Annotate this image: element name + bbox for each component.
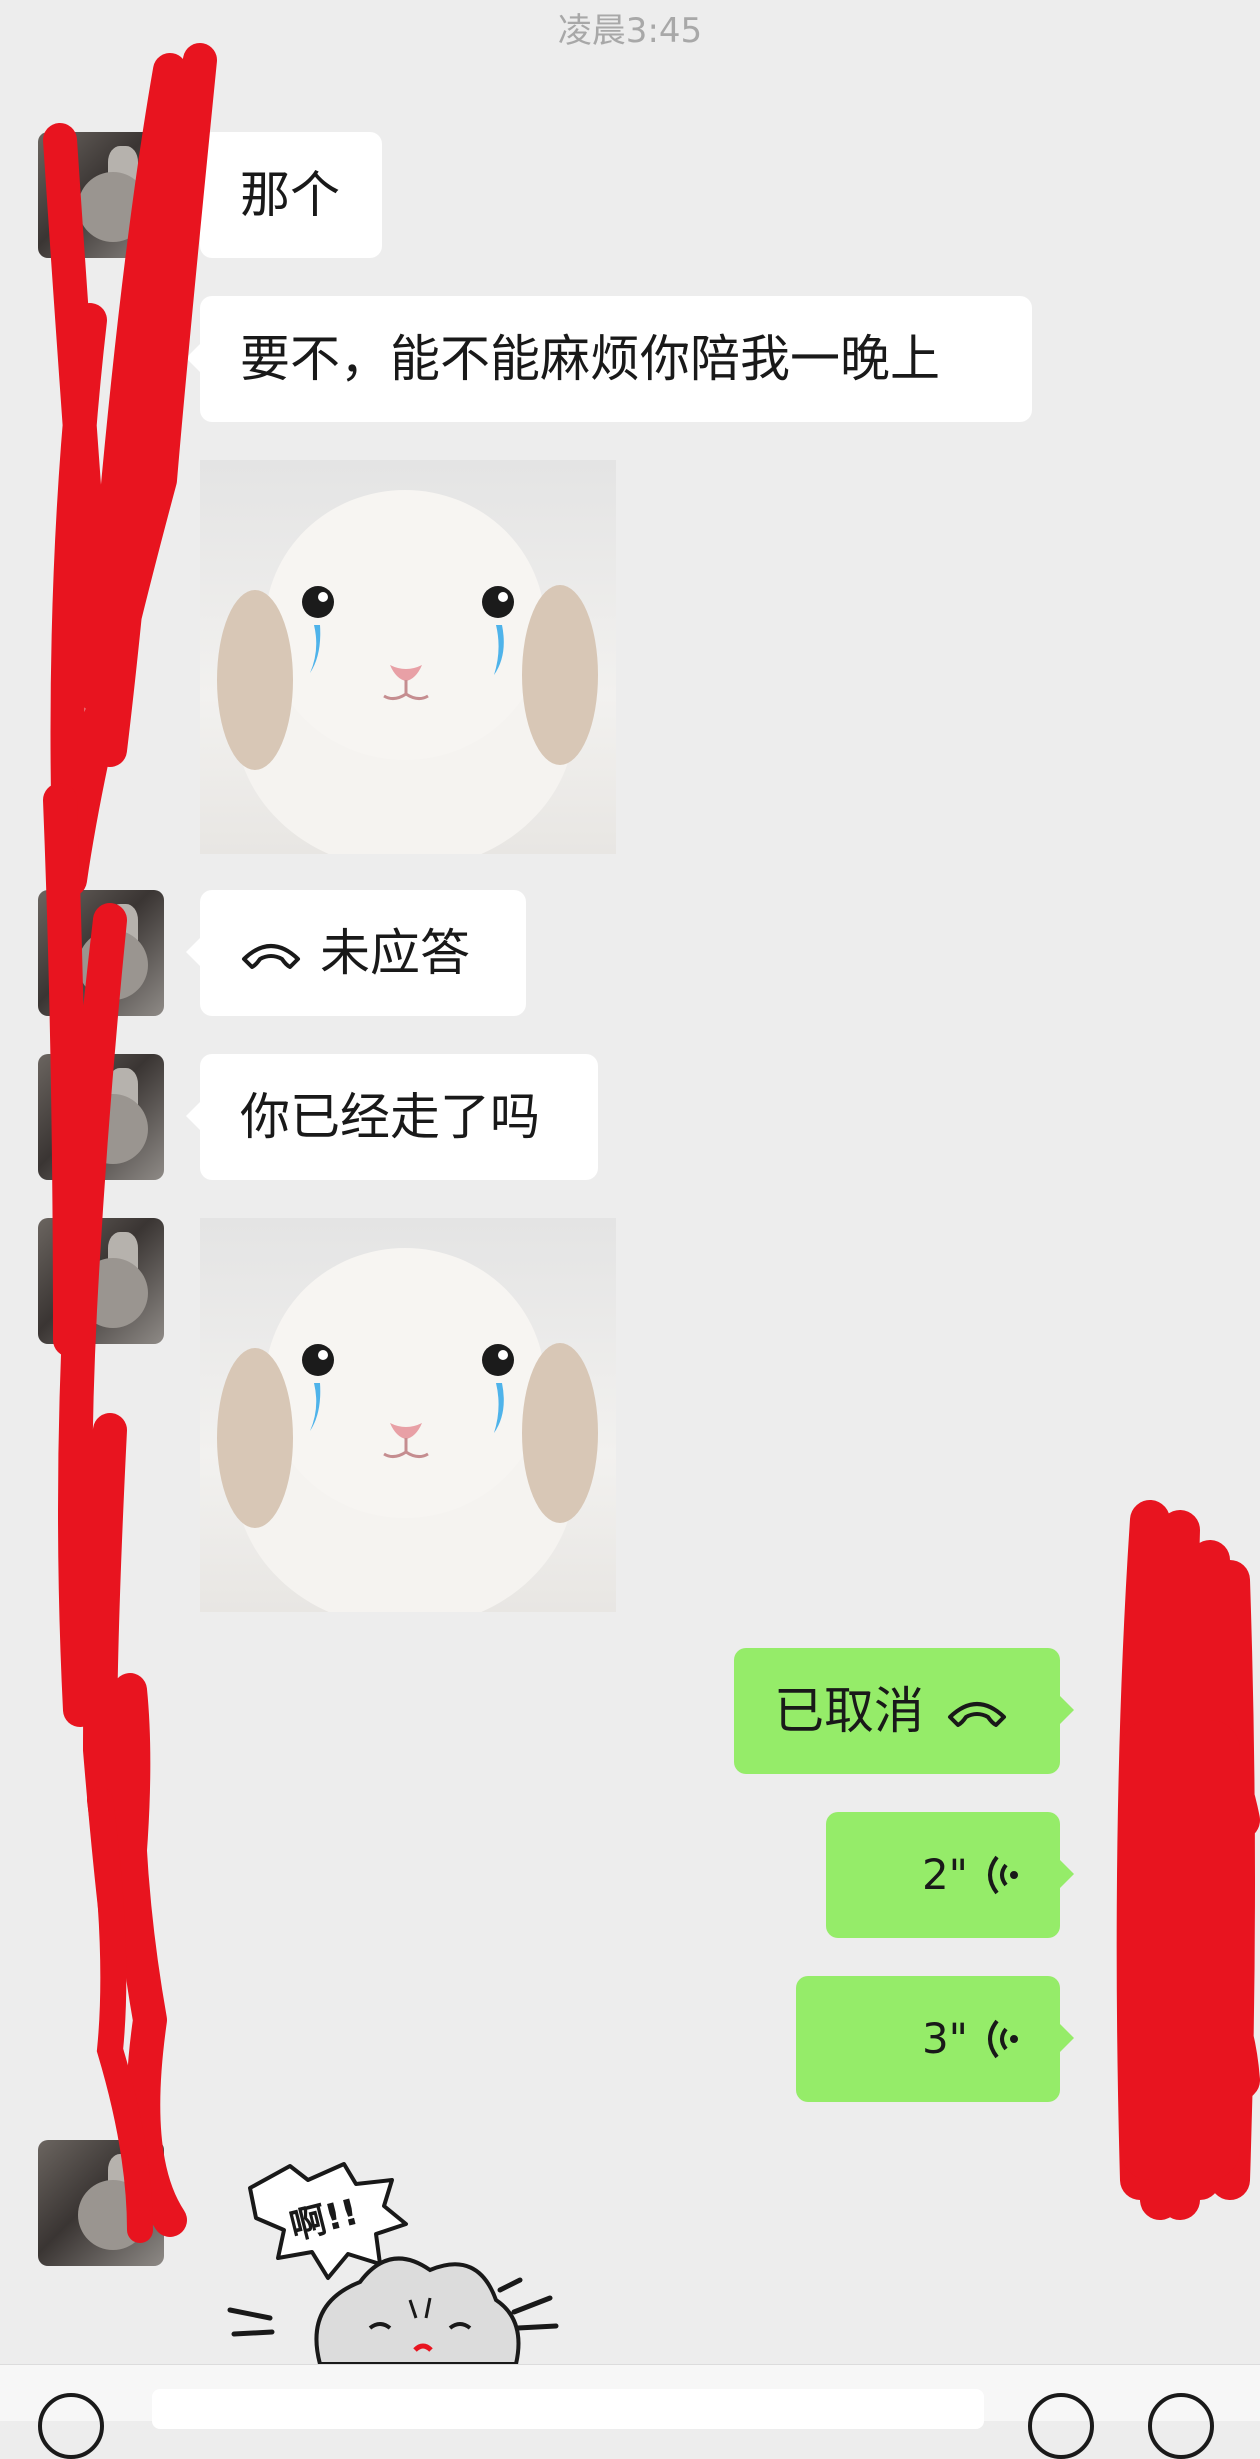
voice-duration: 3" [921,2014,968,2063]
phone-hangup-icon [948,1702,1006,1727]
emoji-icon[interactable] [1028,2393,1094,2459]
cartoon-bunny-sticker[interactable]: 啊!! [220,2150,600,2364]
crying-bunny-sticker[interactable] [200,460,616,854]
voice-wave-icon [988,2019,1018,2059]
message-text: 已取消 [774,1682,924,1740]
message-text: 要不，能不能麻烦你陪我一晚上 [240,330,940,388]
chat-input-bar [0,2364,1260,2459]
redaction-scribble-left [43,43,217,2243]
message-bubble-incoming[interactable]: 要不，能不能麻烦你陪我一晚上 [186,296,1032,422]
more-options-icon[interactable] [1148,2393,1214,2459]
voice-message-bubble[interactable]: 3" [796,1976,1074,2102]
crying-bunny-sticker[interactable] [200,1218,616,1612]
voice-wave-icon [988,1855,1018,1895]
cancelled-call-bubble[interactable]: 已取消 [734,1648,1074,1774]
voice-message-bubble[interactable]: 2" [826,1812,1074,1938]
voice-input-toggle-icon[interactable] [38,2393,104,2459]
voice-duration: 2" [921,1850,968,1899]
message-input[interactable] [152,2389,984,2429]
message-text: 未应答 [320,924,470,982]
redaction-scribble-right [1116,1500,1260,2220]
